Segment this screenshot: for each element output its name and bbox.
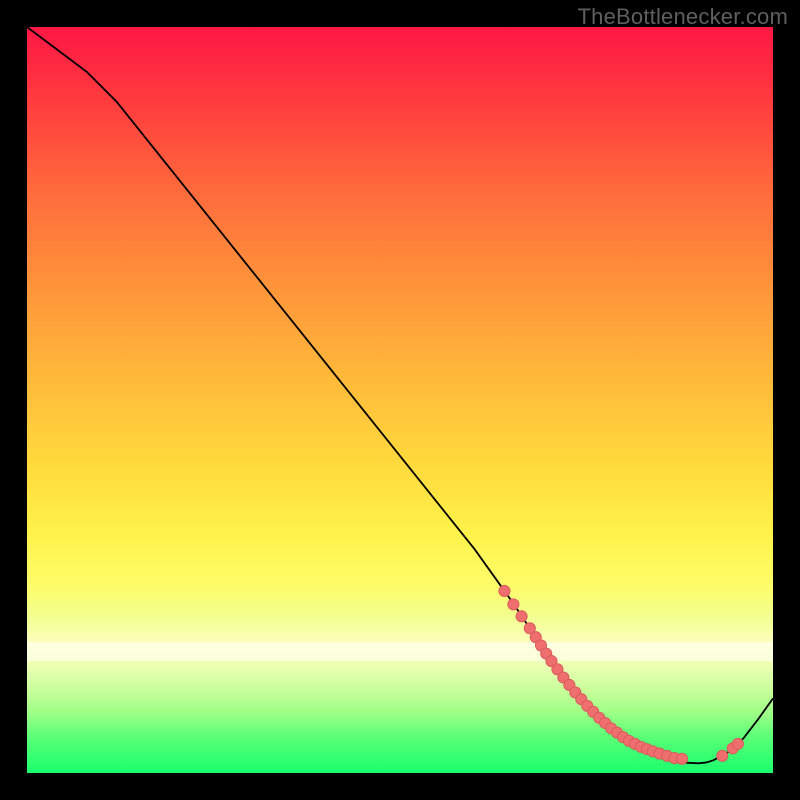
curve-marker: [676, 753, 687, 764]
watermark-text: TheBottlenecker.com: [578, 4, 788, 30]
curve-marker: [732, 738, 743, 749]
chart-svg: [27, 27, 773, 773]
bottleneck-curve: [27, 27, 773, 763]
plot-area: [27, 27, 773, 773]
curve-marker: [717, 750, 728, 761]
curve-marker: [516, 611, 527, 622]
curve-marker: [499, 585, 510, 596]
curve-marker: [508, 599, 519, 610]
chart-frame: TheBottlenecker.com: [0, 0, 800, 800]
curve-markers: [499, 585, 744, 764]
